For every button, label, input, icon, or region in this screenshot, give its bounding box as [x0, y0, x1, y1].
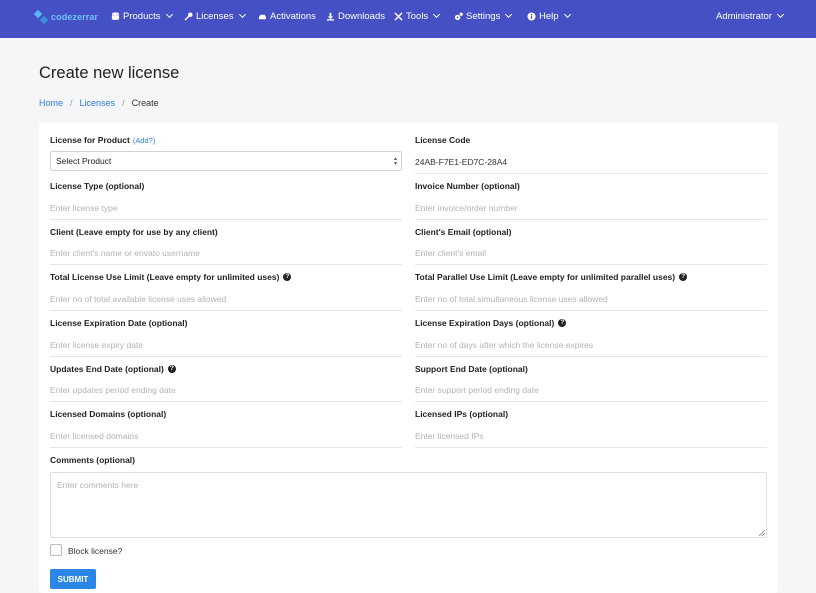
product-label: License for Product (Add?) [50, 135, 155, 145]
brand-mark-icon [33, 9, 49, 25]
nav-settings-label: Settings [466, 10, 501, 22]
updates-end-label-text: Updates End Date (optional) [50, 364, 164, 374]
client-input[interactable]: Enter client's name or envato username [50, 241, 402, 265]
car-icon [258, 14, 267, 19]
help-icon[interactable]: ? [283, 273, 292, 281]
help-icon[interactable]: ? [679, 273, 688, 281]
client-email-input[interactable]: Enter client's email [415, 241, 767, 265]
chevron-down-icon [165, 10, 173, 19]
select-arrows-icon: ▲ ▼ [393, 156, 398, 167]
expiry-date-input[interactable]: Enter license expiry date [50, 333, 402, 357]
nav-user-menu[interactable]: Administrator [716, 10, 785, 22]
block-license-checkbox[interactable] [50, 544, 62, 556]
nav-downloads[interactable]: Downloads [326, 10, 385, 22]
info-circle-icon [527, 11, 536, 21]
invoice-label: Invoice Number (optional) [415, 181, 520, 191]
license-type-label: License Type (optional) [50, 181, 145, 191]
license-code-field[interactable]: 24AB-F7E1-ED7C-28A4 [415, 150, 767, 174]
brand-logo[interactable]: codezerrar [33, 9, 99, 25]
domains-input[interactable]: Enter licensed domains [50, 424, 402, 448]
chevron-down-icon [433, 10, 441, 19]
chevron-down-icon [776, 10, 785, 19]
ips-label: Licensed IPs (optional) [415, 409, 509, 419]
top-navbar: codezerrar Products Licenses Activations… [0, 0, 816, 38]
submit-button[interactable]: SUBMIT [50, 569, 96, 589]
chevron-down-icon [505, 10, 513, 19]
breadcrumb-licenses[interactable]: Licenses [80, 98, 116, 108]
nav-downloads-label: Downloads [338, 10, 385, 22]
brand-name: codezerrar [51, 12, 99, 22]
gears-icon [454, 12, 463, 20]
breadcrumb-home[interactable]: Home [39, 98, 63, 108]
updates-end-label: Updates End Date (optional) ? [50, 364, 176, 374]
nav-tools-label: Tools [406, 10, 429, 22]
client-email-label: Client's Email (optional) [415, 227, 512, 237]
nav-tools[interactable]: Tools [394, 10, 441, 22]
domains-label: Licensed Domains (optional) [50, 409, 167, 419]
expiry-date-label: License Expiration Date (optional) [50, 318, 188, 328]
chevron-down-icon [563, 10, 571, 19]
use-limit-label: Total License Use Limit (Leave empty for… [50, 272, 292, 282]
updates-end-input[interactable]: Enter updates period ending date [50, 378, 402, 402]
download-icon [326, 12, 335, 21]
breadcrumb-separator: / [70, 98, 73, 108]
expiry-days-input[interactable]: Enter no of days after which the license… [415, 333, 767, 357]
product-select[interactable]: Select Product ▲ ▼ [50, 151, 402, 171]
tools-icon [394, 11, 403, 21]
page-title: Create new license [39, 64, 180, 82]
invoice-input[interactable]: Enter invoice/order number [415, 196, 767, 220]
parallel-limit-input[interactable]: Enter no of total simultaneous license u… [415, 287, 767, 311]
nav-products-label: Products [123, 10, 161, 22]
help-icon[interactable]: ? [558, 319, 567, 327]
nav-user-label: Administrator [716, 10, 772, 22]
use-limit-label-text: Total License Use Limit (Leave empty for… [50, 272, 280, 282]
product-label-text: License for Product [50, 135, 130, 145]
nav-help-label: Help [539, 10, 559, 22]
key-icon [184, 11, 193, 21]
comments-label: Comments (optional) [50, 455, 135, 465]
client-label: Client (Leave empty for use by any clien… [50, 227, 218, 237]
license-type-input[interactable]: Enter license type [50, 196, 402, 220]
support-end-input[interactable]: Enter support period ending date [415, 378, 767, 402]
breadcrumb-separator: / [122, 98, 125, 108]
parallel-limit-label: Total Parallel Use Limit (Leave empty fo… [415, 272, 688, 282]
expiry-days-label: License Expiration Days (optional) ? [415, 318, 567, 328]
product-select-value: Select Product [56, 156, 112, 166]
parallel-limit-label-text: Total Parallel Use Limit (Leave empty fo… [415, 272, 676, 282]
license-code-label: License Code [415, 135, 471, 145]
resize-handle-icon[interactable] [759, 530, 765, 536]
nav-activations[interactable]: Activations [258, 10, 316, 22]
nav-activations-label: Activations [270, 10, 316, 22]
nav-settings[interactable]: Settings [454, 10, 513, 22]
comments-textarea[interactable]: Enter comments here [50, 472, 767, 538]
help-icon[interactable]: ? [167, 365, 176, 373]
nav-licenses-label: Licenses [196, 10, 234, 22]
nav-licenses[interactable]: Licenses [184, 10, 246, 22]
support-end-label: Support End Date (optional) [415, 364, 528, 374]
add-product-link[interactable]: (Add?) [133, 136, 156, 145]
nav-help[interactable]: Help [527, 10, 571, 22]
nav-products[interactable]: Products [111, 10, 173, 22]
breadcrumb: Home / Licenses / Create [39, 98, 159, 108]
chevron-down-icon [238, 10, 246, 19]
database-icon [111, 11, 120, 20]
use-limit-input[interactable]: Enter no of total available license uses… [50, 287, 402, 311]
breadcrumb-current: Create [131, 98, 159, 108]
block-license-label: Block license? [68, 546, 123, 556]
comments-placeholder: Enter comments here [57, 480, 139, 490]
ips-input[interactable]: Enter licensed IPs [415, 424, 767, 448]
expiry-days-label-text: License Expiration Days (optional) [415, 318, 555, 328]
